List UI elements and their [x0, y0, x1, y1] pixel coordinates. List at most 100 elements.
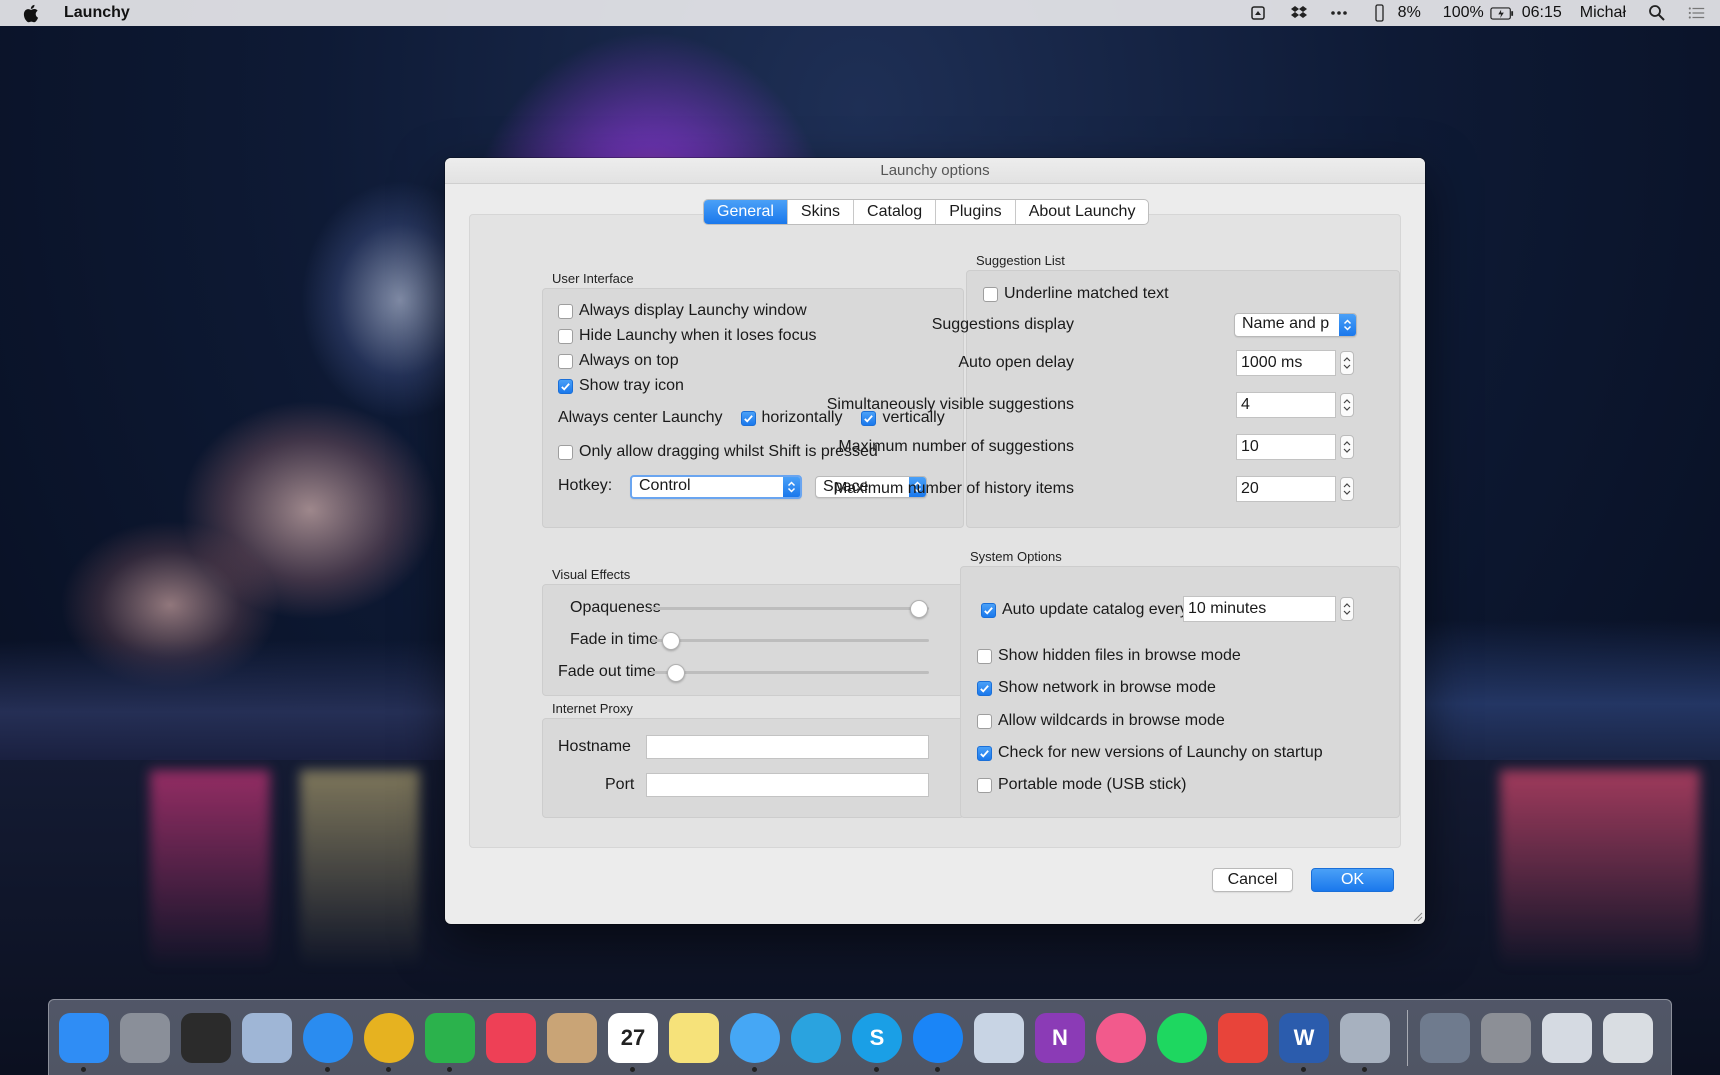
preview-status-icon[interactable] [1250, 4, 1268, 22]
check-versions-option[interactable]: Check for new versions of Launchy on sta… [977, 744, 1323, 762]
show-tray-checkbox[interactable] [558, 378, 573, 394]
cancel-button[interactable]: Cancel [1212, 868, 1293, 892]
telegram-icon[interactable] [791, 1012, 841, 1063]
max-suggestions-spinbox[interactable]: 10 [1236, 434, 1354, 460]
finder-icon[interactable] [59, 1012, 109, 1072]
hidden-files-option[interactable]: Show hidden files in browse mode [977, 647, 1241, 665]
feedly-icon[interactable] [425, 1012, 475, 1072]
stepper-arrows-icon[interactable] [1340, 435, 1354, 459]
fade-in-slider[interactable] [651, 631, 929, 651]
apple-menu-icon[interactable] [22, 4, 50, 23]
clock[interactable]: 06:15 [1522, 4, 1562, 22]
slider-thumb[interactable] [910, 600, 928, 618]
visible-suggestions-value[interactable]: 4 [1236, 392, 1336, 418]
contacts-icon[interactable] [547, 1012, 597, 1063]
pocket-icon[interactable] [486, 1012, 536, 1063]
notes-icon[interactable] [669, 1012, 719, 1063]
spotlight-search-icon[interactable] [1648, 4, 1666, 22]
trash-icon[interactable] [1603, 1012, 1653, 1063]
activity-monitor-icon[interactable] [181, 1012, 231, 1063]
mail-icon[interactable] [242, 1012, 292, 1063]
more-icon[interactable] [1330, 4, 1348, 22]
auto-update-option[interactable]: Auto update catalog every [981, 601, 1188, 619]
hotkey-modifier-select[interactable]: Control [630, 475, 802, 499]
tab-plugins[interactable]: Plugins [936, 200, 1016, 224]
tab-catalog[interactable]: Catalog [854, 200, 937, 224]
opaqueness-slider[interactable] [651, 599, 929, 619]
stepper-arrows-icon[interactable] [1340, 477, 1354, 501]
safari-icon[interactable] [303, 1012, 353, 1072]
word-icon[interactable]: W [1279, 1012, 1329, 1072]
visible-suggestions-spinbox[interactable]: 4 [1236, 392, 1354, 418]
max-history-label: Maximum number of history items [833, 480, 1074, 497]
downloads-stack-icon[interactable] [1420, 1012, 1470, 1063]
always-on-top-checkbox[interactable] [558, 353, 573, 369]
drag-shift-option[interactable]: Only allow dragging whilst Shift is pres… [558, 443, 878, 461]
auto-update-checkbox[interactable] [981, 602, 996, 618]
stepper-arrows-icon[interactable] [1340, 597, 1354, 621]
underline-option[interactable]: Underline matched text [983, 285, 1169, 303]
itunes-icon[interactable] [1096, 1012, 1146, 1063]
wildcards-checkbox[interactable] [977, 713, 992, 729]
dropbox-icon[interactable] [1290, 4, 1308, 22]
phone-battery-icon[interactable] [1370, 4, 1388, 22]
messenger-icon[interactable] [913, 1012, 963, 1072]
wildcards-option[interactable]: Allow wildcards in browse mode [977, 712, 1225, 730]
suggestions-display-select[interactable]: Name and p [1234, 313, 1357, 337]
hidden-files-checkbox[interactable] [977, 648, 992, 664]
hide-on-focus-option[interactable]: Hide Launchy when it loses focus [558, 327, 816, 345]
port-input[interactable] [646, 773, 929, 797]
tab-general[interactable]: General [704, 200, 788, 224]
app-menu[interactable]: Launchy [64, 4, 130, 22]
notification-center-icon[interactable] [1688, 4, 1706, 22]
preview-icon[interactable] [974, 1012, 1024, 1063]
resize-grip-icon[interactable] [1411, 910, 1423, 922]
onenote-icon[interactable]: N [1035, 1012, 1085, 1063]
always-on-top-option[interactable]: Always on top [558, 352, 679, 370]
auto-open-delay-value[interactable]: 1000 ms [1236, 350, 1336, 376]
portable-option[interactable]: Portable mode (USB stick) [977, 776, 1187, 794]
auto-update-spinbox[interactable]: 10 minutes [1183, 596, 1354, 622]
check-versions-checkbox[interactable] [977, 745, 992, 761]
max-history-value[interactable]: 20 [1236, 476, 1336, 502]
hide-on-focus-checkbox[interactable] [558, 328, 573, 344]
underline-checkbox[interactable] [983, 286, 998, 302]
auto-update-label: Auto update catalog every [1002, 601, 1188, 618]
launchpad-icon[interactable] [120, 1012, 170, 1063]
fade-out-slider[interactable] [651, 663, 929, 683]
transmit-icon[interactable] [1218, 1012, 1268, 1063]
stepper-arrows-icon[interactable] [1340, 351, 1354, 375]
reflection [1500, 770, 1700, 970]
calendar-icon[interactable]: 27 [608, 1012, 658, 1072]
ok-button[interactable]: OK [1311, 868, 1394, 892]
portable-checkbox[interactable] [977, 777, 992, 793]
skype-icon[interactable]: S [852, 1012, 902, 1072]
max-suggestions-value[interactable]: 10 [1236, 434, 1336, 460]
drag-shift-checkbox[interactable] [558, 444, 573, 460]
slider-thumb[interactable] [662, 632, 681, 650]
tab-about-launchy[interactable]: About Launchy [1016, 200, 1149, 224]
recent-doc-icon[interactable] [1542, 1012, 1592, 1063]
network-checkbox[interactable] [977, 680, 992, 696]
tab-content-panel: User Interface Always display Launchy wi… [469, 214, 1401, 848]
stepper-arrows-icon[interactable] [1340, 393, 1354, 417]
always-display-option[interactable]: Always display Launchy window [558, 302, 807, 320]
auto-update-value[interactable]: 10 minutes [1183, 596, 1336, 622]
launchy-icon[interactable] [1340, 1012, 1390, 1072]
fade-out-label: Fade out time [558, 663, 656, 680]
slider-thumb[interactable] [667, 664, 686, 682]
show-tray-option[interactable]: Show tray icon [558, 377, 684, 395]
documents-stack-icon[interactable] [1481, 1012, 1531, 1063]
hostname-input[interactable] [646, 735, 929, 759]
battery-icon[interactable] [1490, 6, 1514, 20]
spotify-icon[interactable] [1157, 1012, 1207, 1063]
always-display-checkbox[interactable] [558, 303, 573, 319]
network-option[interactable]: Show network in browse mode [977, 679, 1216, 697]
tab-skins[interactable]: Skins [788, 200, 855, 224]
auto-open-delay-spinbox[interactable]: 1000 ms [1236, 350, 1354, 376]
chrome-icon[interactable] [364, 1012, 414, 1072]
horizontally-checkbox[interactable] [740, 410, 756, 426]
max-history-spinbox[interactable]: 20 [1236, 476, 1354, 502]
user-menu[interactable]: Michał [1580, 4, 1626, 22]
messages-icon[interactable] [730, 1012, 780, 1072]
